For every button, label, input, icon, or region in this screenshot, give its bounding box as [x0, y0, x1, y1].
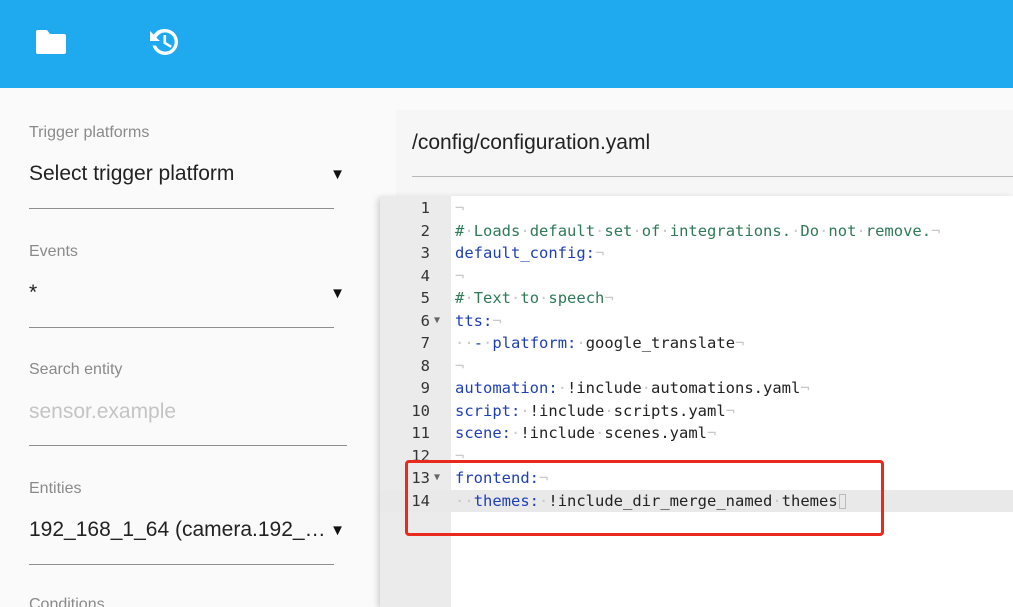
field-underline: [29, 564, 334, 565]
line-number: 1: [420, 199, 430, 217]
line-number: 3: [420, 244, 430, 262]
line-number: 13: [411, 469, 430, 487]
events-label: Events: [29, 243, 78, 260]
code-line[interactable]: 14 ··themes:·!include_dir_merge_named·the…: [380, 489, 1013, 513]
text-cursor: [838, 493, 846, 509]
line-number: 10: [411, 401, 430, 420]
code-text: ··-·platform:·google_translate¬: [455, 334, 745, 352]
history-button[interactable]: [143, 22, 183, 62]
code-line[interactable]: 6 ▼ tts:¬: [380, 310, 1013, 333]
line-number: 2: [420, 221, 430, 240]
entities-value: 192_168_1_64 (camera.192_168_1_64): [29, 518, 334, 541]
search-entity-label: Search entity: [29, 361, 123, 378]
file-path-title: /config/configuration.yaml: [412, 131, 651, 154]
code-text: frontend:¬: [455, 469, 549, 487]
code-text: default_config:¬: [455, 244, 605, 262]
code-text: tts:¬: [455, 311, 502, 330]
entities-label: Entities: [29, 480, 82, 497]
code-line[interactable]: 13 ▼ frontend:¬: [380, 467, 1013, 490]
history-icon: [150, 28, 179, 55]
dropdown-arrow-icon[interactable]: ▼: [330, 522, 345, 539]
fold-arrow-icon[interactable]: ▼: [434, 310, 440, 333]
code-text: ¬: [455, 446, 465, 465]
line-number: 6: [420, 311, 430, 330]
code-text: ¬: [455, 356, 465, 375]
code-line[interactable]: 11 scene:·!include·scenes.yaml¬: [380, 422, 1013, 445]
trigger-platform-select[interactable]: Trigger platforms Select trigger platfor…: [29, 124, 347, 209]
code-line[interactable]: 10 script:·!include·scripts.yaml¬: [380, 400, 1013, 423]
line-number: 9: [420, 379, 430, 397]
trigger-platform-value: Select trigger platform: [29, 162, 235, 185]
code-line[interactable]: 9 automation:·!include·automations.yaml¬: [380, 377, 1013, 400]
events-value: *: [29, 281, 38, 304]
line-number: 12: [411, 446, 430, 465]
code-line[interactable]: 5 #·Text·to·speech¬: [380, 287, 1013, 310]
line-number: 8: [420, 356, 430, 375]
code-text: ··themes:·!include_dir_merge_named·theme…: [455, 490, 846, 513]
code-editor[interactable]: 1 ¬ 2 #·Loads·default·set·of·integrations.·…: [380, 196, 1013, 607]
entities-select[interactable]: Entities 192_168_1_64 (camera.192_168_1_…: [29, 480, 347, 565]
line-number: 7: [420, 334, 430, 352]
trigger-platforms-label: Trigger platforms: [29, 124, 150, 141]
app-toolbar: [0, 0, 1013, 88]
code-line[interactable]: 4 ¬: [380, 265, 1013, 288]
search-entity-placeholder: sensor.example: [29, 400, 177, 423]
code-line[interactable]: 8 ¬: [380, 355, 1013, 378]
code-text: scene:·!include·scenes.yaml¬: [455, 424, 717, 442]
code-text: #·Text·to·speech¬: [455, 289, 614, 307]
sidebar: Trigger platforms Select trigger platfor…: [0, 88, 380, 607]
field-underline: [29, 445, 347, 446]
line-number: 5: [420, 289, 430, 307]
dropdown-arrow-icon[interactable]: ▼: [330, 285, 345, 302]
code-line[interactable]: 12 ¬: [380, 445, 1013, 468]
code-text: script:·!include·scripts.yaml¬: [455, 401, 735, 420]
search-entity-input[interactable]: Search entity sensor.example: [29, 361, 347, 446]
line-number: 11: [411, 424, 430, 442]
conditions-section: Conditions: [29, 596, 347, 607]
folder-icon: [36, 30, 66, 54]
code-text: automation:·!include·automations.yaml¬: [455, 379, 810, 397]
divider: [412, 176, 1013, 177]
code-line[interactable]: 1 ¬: [380, 197, 1013, 220]
code-text: ¬: [455, 199, 465, 217]
field-underline: [29, 208, 334, 209]
code-line[interactable]: 7 ··-·platform:·google_translate¬: [380, 332, 1013, 355]
fold-arrow-icon[interactable]: ▼: [434, 467, 440, 490]
conditions-label: Conditions: [29, 596, 105, 607]
code-text: #·Loads·default·set·of·integrations.·Do·…: [455, 221, 941, 240]
line-number: 4: [420, 266, 430, 285]
code-text: ¬: [455, 266, 465, 285]
code-line[interactable]: 2 #·Loads·default·set·of·integrations.·Do…: [380, 220, 1013, 243]
events-select[interactable]: Events * ▼: [29, 243, 347, 328]
folder-button[interactable]: [31, 22, 71, 62]
field-underline: [29, 327, 334, 328]
line-number: 14: [411, 491, 430, 510]
code-line[interactable]: 3 default_config:¬: [380, 242, 1013, 265]
dropdown-arrow-icon[interactable]: ▼: [330, 166, 345, 183]
